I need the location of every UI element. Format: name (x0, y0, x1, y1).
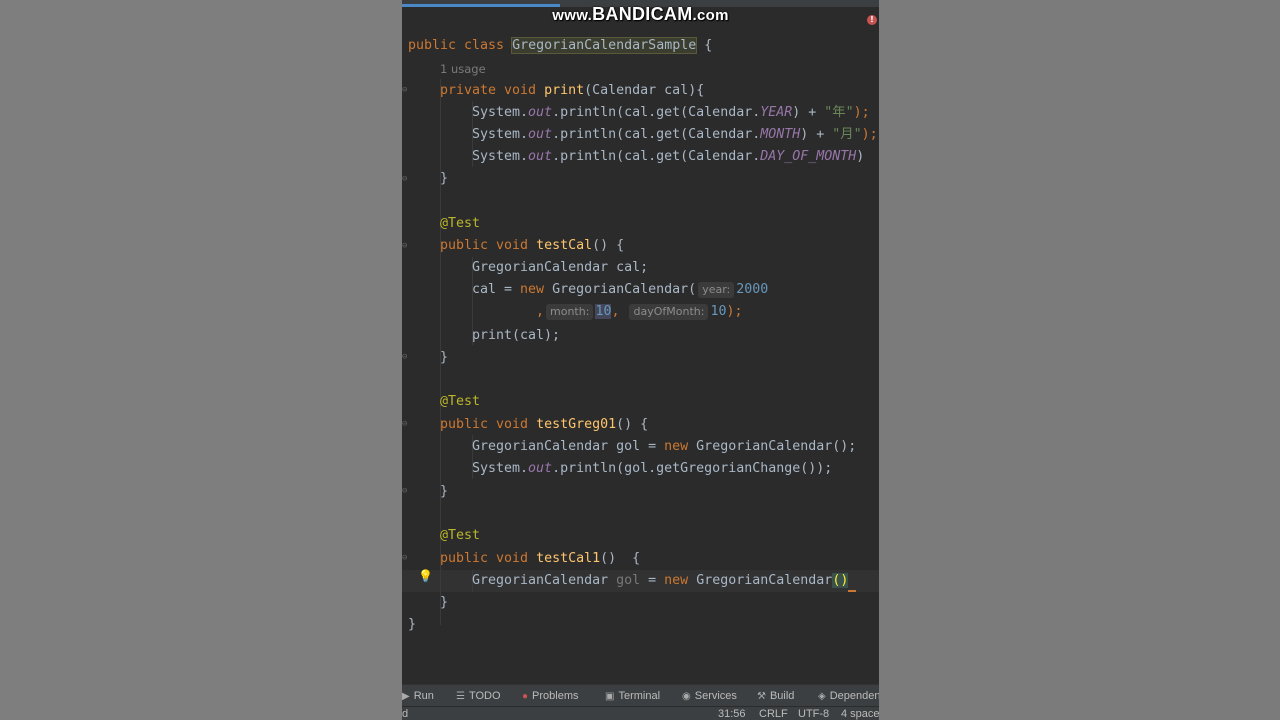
code-line-testcal1-decl: public void testCal1() { (440, 551, 641, 566)
fold-marker-icon[interactable]: ⊖ (402, 86, 408, 95)
code-line-testgreg-var: GregorianCalendar gol = new GregorianCal… (472, 439, 857, 454)
tool-dependencies[interactable]: ◈ Dependen (818, 685, 879, 707)
error-bulb-icon[interactable]: 💡 (418, 569, 433, 583)
list-icon: ☰ (456, 691, 465, 702)
fold-marker-icon[interactable]: ⊖ (402, 353, 408, 362)
code-editor[interactable]: ⊖ ⊖ ⊖ ⊖ ⊖ ⊖ ⊖ 💡 public class GregorianCa… (402, 35, 879, 720)
layers-icon: ◈ (818, 691, 826, 702)
code-line-print-year: System.out.println(cal.get(Calendar.YEAR… (472, 105, 870, 120)
param-hint-year: year: (698, 282, 735, 298)
code-line-brace: } (440, 484, 449, 499)
play-icon: ▶ (402, 691, 410, 702)
fold-marker-icon[interactable]: ⊖ (402, 554, 408, 563)
line-separator[interactable]: CRLF (759, 707, 788, 720)
code-line-print-day: System.out.println(cal.get(Calendar.DAY_… (472, 149, 873, 164)
code-line-brace: } (440, 171, 449, 186)
ide-window: www.BANDICAM.com ! ⊖ ⊖ ⊖ ⊖ ⊖ ⊖ ⊖ 💡 publi… (402, 0, 879, 720)
usage-hint[interactable]: 1 usage (440, 58, 486, 80)
code-line-annotation: @Test (440, 528, 481, 543)
file-encoding[interactable]: UTF-8 (798, 707, 829, 720)
code-line-brace: } (440, 595, 449, 610)
tool-run[interactable]: ▶ Run (402, 685, 434, 707)
tool-terminal[interactable]: ▣ Terminal (605, 685, 660, 707)
tool-problems[interactable]: ● Problems (522, 685, 579, 707)
error-icon: ● (522, 691, 529, 702)
tool-todo[interactable]: ☰ TODO (456, 685, 501, 707)
background-right (879, 0, 1280, 720)
code-line-testcal-args: , month: 10, dayOfMonth: 10); (536, 304, 743, 320)
error-indicator-icon[interactable]: ! (867, 15, 877, 25)
fold-marker-icon[interactable]: ⊖ (402, 420, 408, 429)
fold-marker-icon[interactable]: ⊖ (402, 242, 408, 251)
code-line-testcal-decl: public void testCal() { (440, 238, 625, 253)
indent-setting[interactable]: 4 space (841, 707, 879, 720)
code-line-print-decl: private void print(Calendar cal){ (440, 83, 705, 98)
status-bar: d 31:56 CRLF UTF-8 4 space (402, 706, 879, 720)
status-message: d (402, 708, 409, 720)
code-line-testgreg-print: System.out.println(gol.getGregorianChang… (472, 461, 833, 476)
fold-marker-icon[interactable]: ⊖ (402, 175, 408, 184)
code-line-testcal1-var: GregorianCalendar gol = new GregorianCal… (472, 570, 857, 592)
caret-position[interactable]: 31:56 (718, 707, 746, 720)
param-hint-month: month: (546, 304, 594, 320)
text-caret (848, 578, 857, 592)
code-line-testcal-var: GregorianCalendar cal; (472, 260, 649, 275)
services-icon: ◉ (682, 691, 691, 702)
tool-window-bar: ▶ Run ☰ TODO ● Problems ▣ Terminal ◉ Services… (402, 684, 879, 707)
recording-watermark: www.BANDICAM.com (552, 4, 729, 24)
tool-services[interactable]: ◉ Services (682, 685, 737, 707)
code-line-brace: } (440, 350, 449, 365)
code-line-annotation: @Test (440, 394, 481, 409)
code-line-annotation: @Test (440, 216, 481, 231)
code-line-print-month: System.out.println(cal.get(Calendar.MONT… (472, 127, 878, 142)
hammer-icon: ⚒ (757, 691, 766, 702)
code-line-testcal-call: print(cal); (472, 328, 561, 343)
tool-build[interactable]: ⚒ Build (757, 685, 794, 707)
code-line-class-close: } (408, 617, 417, 632)
terminal-icon: ▣ (605, 691, 615, 702)
param-hint-day: dayOfMonth: (629, 304, 709, 320)
background-left (0, 0, 402, 720)
code-line-testcal-assign: cal = new GregorianCalendar(year: 2000 (472, 282, 769, 298)
fold-marker-icon[interactable]: ⊖ (402, 487, 408, 496)
code-line-class-decl: public class GregorianCalendarSample { (408, 37, 713, 54)
code-line-testgreg-decl: public void testGreg01() { (440, 417, 649, 432)
